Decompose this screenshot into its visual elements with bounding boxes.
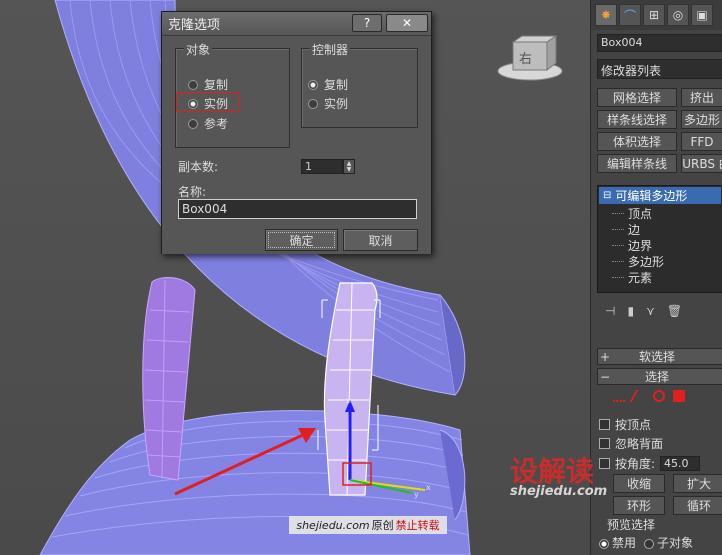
clone-options-dialog: 克隆选项 ? ✕ 对象 复制 实例 参考 控制器 复制 实例 副本数: 1 ▲ ▼ xyxy=(161,11,432,254)
soft-select-rollout[interactable]: + 软选择 xyxy=(597,348,722,365)
name-label: 名称: xyxy=(178,185,207,199)
spinner-arrows-icon[interactable]: ▲ ▼ xyxy=(343,159,355,174)
make-unique-icon[interactable]: ⋎ xyxy=(646,304,655,318)
modifier-buttons: 网格选择 挤出 样条线选择 多边形 体积选择 FFD 编辑样条线 NURBS 曲 xyxy=(597,88,722,176)
modify-icon[interactable]: ⌒ xyxy=(619,4,641,26)
dialog-titlebar[interactable]: 克隆选项 ? ✕ xyxy=(162,12,431,36)
grow-button[interactable]: 扩大 xyxy=(673,474,722,493)
by-angle-value[interactable]: 45.0 xyxy=(660,456,701,471)
stack-item-element[interactable]: 元素 xyxy=(598,269,722,285)
volume-select-button[interactable]: 体积选择 xyxy=(597,132,677,151)
stack-root-label: 可编辑多边形 xyxy=(615,189,688,203)
help-button[interactable]: ? xyxy=(352,14,382,32)
controller-group-label: 控制器 xyxy=(310,41,351,58)
preview-selection-label: 预览选择 xyxy=(607,518,656,532)
ffd-button[interactable]: FFD xyxy=(681,132,722,151)
extrude-button[interactable]: 挤出 xyxy=(681,88,722,107)
border-level-icon[interactable] xyxy=(653,390,665,402)
show-end-result-icon[interactable]: ▮ xyxy=(627,304,634,318)
stack-item-vertex[interactable]: 顶点 xyxy=(598,205,722,221)
mesh-select-button[interactable]: 网格选择 xyxy=(597,88,677,107)
edit-spline-button[interactable]: 编辑样条线 xyxy=(597,154,677,173)
cancel-button[interactable]: 取消 xyxy=(343,229,418,251)
edge-level-icon[interactable] xyxy=(629,390,649,402)
by-angle-checkbox[interactable]: 按角度: 45.0 xyxy=(599,455,701,472)
preview-selection-radios: 禁用 子对象 xyxy=(599,534,693,551)
credit-banner: shejiedu.com 原创 禁止转载 xyxy=(289,516,447,534)
object-name-field[interactable]: Box004 xyxy=(597,34,722,52)
expand-icon: + xyxy=(599,349,611,364)
object-copy-radio[interactable]: 复制 xyxy=(188,76,228,93)
pin-stack-icon[interactable]: ⊣ xyxy=(605,304,615,318)
ignore-backface-checkbox[interactable]: 忽略背面 xyxy=(599,435,663,452)
stack-toolbar: ⊣ ▮ ⋎ 🗑 xyxy=(597,300,722,322)
object-group-label: 对象 xyxy=(184,41,213,58)
preview-subobject-radio[interactable]: 子对象 xyxy=(644,534,693,551)
svg-text:y: y xyxy=(414,490,419,499)
watermark-site: shejiedu.com xyxy=(510,484,608,499)
controller-copy-radio[interactable]: 复制 xyxy=(308,76,348,93)
collapse-icon[interactable]: ⊟ xyxy=(603,190,611,201)
ring-button[interactable]: 环形 xyxy=(613,496,665,515)
loop-button[interactable]: 循环 xyxy=(673,496,722,515)
copies-value[interactable]: 1 xyxy=(301,159,343,174)
svg-text:x: x xyxy=(426,483,431,492)
ok-button[interactable]: 确定 xyxy=(265,229,338,251)
subobject-level-icons xyxy=(613,390,685,402)
preview-disabled-radio[interactable]: 禁用 xyxy=(599,534,636,551)
nurbs-button[interactable]: NURBS 曲 xyxy=(681,154,722,173)
stack-item-polygon[interactable]: 多边形 xyxy=(598,253,722,269)
modifier-stack: ⊟ 可编辑多边形 顶点 边 边界 多边形 元素 xyxy=(597,185,722,293)
copies-spinner[interactable]: 1 ▲ ▼ xyxy=(301,159,355,174)
hierarchy-icon[interactable]: ⊞ xyxy=(643,4,665,26)
svg-text:z: z xyxy=(346,396,350,405)
command-panel: ✸ ⌒ ⊞ ◎ ▣ Box004 修改器列表 网格选择 挤出 样条线选择 多边形… xyxy=(590,0,722,555)
poly-button[interactable]: 多边形 xyxy=(681,110,722,129)
collapse-icon: − xyxy=(599,369,611,384)
clone-name-input[interactable]: Box004 xyxy=(178,199,417,219)
controller-instance-radio[interactable]: 实例 xyxy=(308,95,348,112)
object-reference-radio[interactable]: 参考 xyxy=(188,115,228,132)
close-button[interactable]: ✕ xyxy=(386,14,428,32)
command-panel-tabs: ✸ ⌒ ⊞ ◎ ▣ xyxy=(591,0,722,30)
remove-modifier-icon[interactable]: 🗑 xyxy=(667,304,682,318)
stack-item-edge[interactable]: 边 xyxy=(598,221,722,237)
vertex-level-icon[interactable] xyxy=(613,390,625,402)
by-vertex-checkbox[interactable]: 按顶点 xyxy=(599,416,651,433)
modifier-list-dropdown[interactable]: 修改器列表 xyxy=(597,59,722,79)
polygon-level-icon[interactable] xyxy=(673,390,685,402)
shrink-button[interactable]: 收缩 xyxy=(613,474,665,493)
dialog-title: 克隆选项 xyxy=(168,18,221,33)
viewcube-face-label[interactable]: 右 xyxy=(519,48,532,67)
motion-icon[interactable]: ◎ xyxy=(667,4,689,26)
copies-label: 副本数: xyxy=(178,160,219,174)
stack-root-item[interactable]: ⊟ 可编辑多边形 xyxy=(599,187,721,204)
create-icon[interactable]: ✸ xyxy=(595,4,617,26)
select-rollout[interactable]: − 选择 xyxy=(597,368,722,385)
spline-select-button[interactable]: 样条线选择 xyxy=(597,110,677,129)
highlight-box xyxy=(176,92,239,111)
display-icon[interactable]: ▣ xyxy=(691,4,713,26)
stack-item-border[interactable]: 边界 xyxy=(598,237,722,253)
